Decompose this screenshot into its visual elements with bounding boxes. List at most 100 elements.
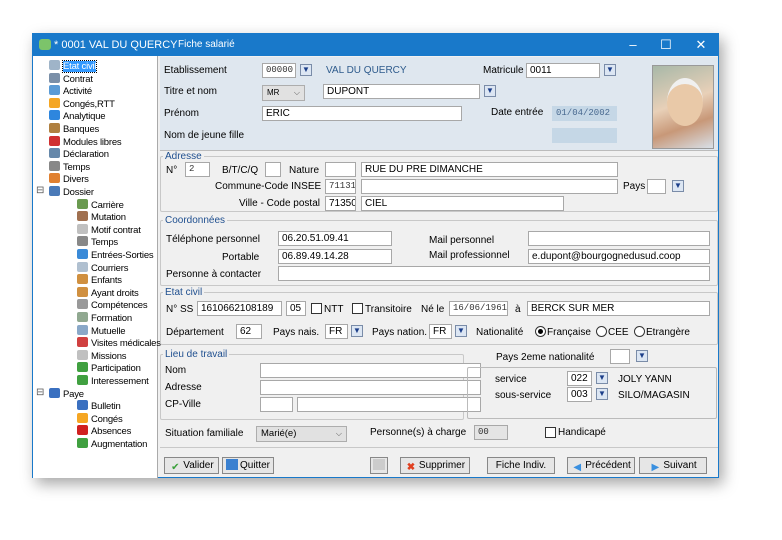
sous-service-dropdown-icon[interactable]: ▼	[596, 388, 608, 400]
ss-key-field[interactable]: 05	[286, 301, 306, 316]
nature-field[interactable]	[325, 162, 356, 177]
sidebar-item-courriers[interactable]: Courriers	[77, 261, 128, 275]
cee-radio[interactable]	[596, 326, 607, 337]
service-dropdown-icon[interactable]: ▼	[596, 372, 608, 384]
sidebar-item-absences[interactable]: Absences	[77, 425, 131, 438]
sidebar-item-contrat[interactable]: Contrat	[49, 72, 93, 86]
sidebar-item-entr-es-sorties[interactable]: Entrées-Sorties	[77, 249, 154, 262]
sidebar-item-participation[interactable]: Participation	[77, 362, 141, 375]
fiche-indiv-button[interactable]: Fiche Indiv.	[487, 457, 555, 474]
lieu-cp-field[interactable]	[260, 397, 293, 412]
date-naissance-field[interactable]: 16/06/1961	[449, 301, 508, 316]
sidebar-item-mutuelle[interactable]: Mutuelle	[77, 324, 126, 338]
lieu-ville-field[interactable]	[297, 397, 481, 412]
sidebar-item-formation[interactable]: Formation	[77, 312, 132, 325]
ss-field[interactable]: 1610662108189	[197, 301, 282, 316]
edit-button[interactable]	[370, 457, 388, 474]
reason-icon	[77, 223, 88, 234]
etablissement-code-field[interactable]: 00000	[262, 63, 296, 78]
sidebar-item-missions[interactable]: Missions	[77, 349, 127, 363]
num-field[interactable]: 2	[185, 162, 210, 177]
collapse-toggle-icon[interactable]: ⊟	[36, 387, 44, 398]
matricule-field[interactable]: 0011	[526, 63, 600, 78]
portable-field[interactable]: 06.89.49.14.28	[278, 249, 392, 264]
ville-field[interactable]: CIEL	[361, 196, 564, 211]
etrangere-radio[interactable]	[634, 326, 645, 337]
sidebar-item-analytique[interactable]: Analytique	[49, 110, 106, 123]
jeune-fille-field[interactable]	[552, 128, 617, 143]
pays-nais-dropdown-icon[interactable]: ▼	[351, 325, 363, 337]
date-entree-field[interactable]: 01/04/2002	[552, 106, 617, 121]
contact-field[interactable]	[278, 266, 710, 281]
sidebar-item-paye[interactable]: Paye	[49, 387, 84, 401]
charge-field[interactable]: 00	[474, 425, 508, 440]
valider-button[interactable]: ✔ Valider	[164, 457, 219, 474]
rue-field[interactable]: RUE DU PRE DIMANCHE	[361, 162, 618, 177]
prenom-field[interactable]: ERIC	[262, 106, 462, 121]
transitoire-checkbox[interactable]	[352, 303, 363, 314]
sidebar-item-divers[interactable]: Divers	[49, 173, 89, 186]
close-button[interactable]: ✕	[686, 36, 716, 54]
transitoire-label: Transitoire	[365, 304, 412, 315]
pays-nais-field[interactable]: FR	[325, 324, 348, 339]
sidebar-item-carri-re[interactable]: Carrière	[77, 198, 124, 212]
nom-dropdown-icon[interactable]: ▼	[484, 85, 496, 97]
cp-field[interactable]: 71350	[325, 196, 356, 211]
sidebar-item-activit-[interactable]: Activité	[49, 85, 92, 98]
suivant-button[interactable]: ▶ Suivant	[639, 457, 707, 474]
ntt-checkbox[interactable]	[311, 303, 322, 314]
sidebar-item-banques[interactable]: Banques	[49, 123, 99, 136]
sidebar-item-modules-libres[interactable]: Modules libres	[49, 135, 122, 149]
pays2-field[interactable]	[610, 349, 630, 364]
titre-select[interactable]: MR ⌵	[262, 85, 305, 101]
pays-field[interactable]	[647, 179, 666, 194]
sidebar-item-interessement[interactable]: Interessement	[77, 375, 149, 388]
btcq-field[interactable]	[265, 162, 281, 177]
pay-icon	[49, 387, 60, 398]
pays-dropdown-icon[interactable]: ▼	[672, 180, 684, 192]
etablissement-dropdown-icon[interactable]: ▼	[300, 64, 312, 76]
supprimer-button[interactable]: ✖ Supprimer	[400, 457, 470, 474]
sidebar-item-cong-s[interactable]: Congés	[77, 412, 123, 426]
handicape-checkbox[interactable]	[545, 427, 556, 438]
maximize-button[interactable]: ☐	[651, 36, 681, 54]
sidebar-item-temps[interactable]: Temps	[49, 160, 90, 174]
commune-field[interactable]	[361, 179, 618, 194]
sidebar-item-motif-contrat[interactable]: Motif contrat	[77, 223, 141, 237]
sidebar-item-label: Paye	[63, 388, 84, 400]
situation-select[interactable]: Marié(e) ⌵	[256, 426, 347, 442]
sidebar-item-etat-civil[interactable]: Etat civil	[49, 60, 98, 73]
matricule-dropdown-icon[interactable]: ▼	[604, 64, 616, 76]
sidebar-item-d-claration[interactable]: Déclaration	[49, 148, 109, 161]
sidebar-item-mutation[interactable]: Mutation	[77, 211, 126, 224]
quitter-button[interactable]: Quitter	[222, 457, 274, 474]
sous-service-code-field[interactable]: 003	[567, 387, 592, 402]
divider	[160, 447, 718, 448]
francaise-radio[interactable]	[535, 326, 546, 337]
service-code-field[interactable]: 022	[567, 371, 592, 386]
sidebar-item-cong-s-rtt[interactable]: Congés,RTT	[49, 97, 115, 111]
pays-nation-field[interactable]: FR	[429, 324, 452, 339]
sidebar-item-temps[interactable]: Temps	[77, 236, 118, 249]
sidebar-item-augmentation[interactable]: Augmentation	[77, 438, 147, 451]
departement-field[interactable]: 62	[236, 324, 262, 339]
pays2-dropdown-icon[interactable]: ▼	[636, 350, 648, 362]
sidebar-item-bulletin[interactable]: Bulletin	[77, 400, 121, 413]
mail-pro-field[interactable]: e.dupont@bourgognedusud.coop	[528, 249, 710, 264]
tel-field[interactable]: 06.20.51.09.41	[278, 231, 392, 246]
minimize-button[interactable]: –	[618, 36, 648, 54]
lieu-adresse-field[interactable]	[260, 380, 481, 395]
sidebar-item-comp-tences[interactable]: Compétences	[77, 299, 148, 312]
collapse-toggle-icon[interactable]: ⊟	[36, 185, 44, 196]
sidebar-item-enfants[interactable]: Enfants	[77, 274, 122, 287]
nom-field[interactable]: DUPONT	[323, 84, 480, 99]
precedent-button[interactable]: ◀ Précédent	[567, 457, 635, 474]
lieu-nom-field[interactable]	[260, 363, 481, 378]
sidebar-item-visites-m-dicales[interactable]: Visites médicales	[77, 337, 161, 350]
mail-perso-field[interactable]	[528, 231, 710, 246]
lieu-naissance-field[interactable]: BERCK SUR MER	[527, 301, 710, 316]
sidebar-item-ayant-droits[interactable]: Ayant droits	[77, 286, 139, 300]
sidebar-item-dossier[interactable]: Dossier	[49, 186, 94, 199]
pays-nation-dropdown-icon[interactable]: ▼	[455, 325, 467, 337]
insee-field[interactable]: 71131	[325, 179, 356, 194]
